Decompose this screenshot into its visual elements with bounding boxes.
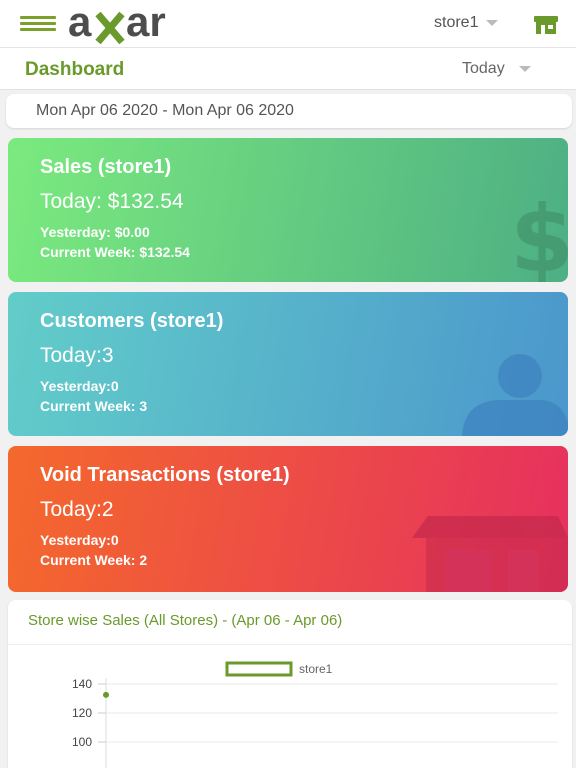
chart-title: Store wise Sales (All Stores) - (Apr 06 … — [28, 612, 343, 629]
void-today: Today:2 — [40, 498, 114, 521]
customers-card-title: Customers (store1) — [40, 310, 224, 332]
axar-logo: a ar — [68, 2, 166, 44]
y-tick-label: 120 — [72, 706, 92, 720]
shop-icon — [412, 516, 568, 592]
chevron-down-icon — [518, 65, 531, 72]
page-title: Dashboard — [25, 59, 125, 80]
dollar-icon: $ — [509, 186, 568, 283]
top-bar: a ar store1 — [0, 0, 576, 48]
sales-line-chart: store1 140 120 100 — [72, 661, 558, 768]
sub-header: Dashboard Today — [0, 48, 576, 90]
legend-swatch[interactable] — [225, 661, 293, 677]
date-range-label: Today — [462, 60, 505, 77]
svg-text:ar: ar — [126, 2, 166, 44]
date-range-text: Mon Apr 06 2020 - Mon Apr 06 2020 — [36, 102, 294, 119]
void-card-title: Void Transactions (store1) — [40, 464, 290, 486]
void-transactions-card[interactable]: Void Transactions (store1) Today:2 Yeste… — [8, 446, 568, 592]
store-dropdown-label: store1 — [434, 14, 479, 31]
customers-current-week: Current Week: 3 — [40, 398, 148, 414]
customers-yesterday: Yesterday:0 — [40, 378, 119, 394]
sales-today: Today: $132.54 — [40, 190, 184, 213]
legend-label[interactable]: store1 — [299, 662, 333, 676]
y-tick-label: 100 — [72, 735, 92, 749]
divider — [8, 644, 572, 645]
person-icon — [462, 354, 568, 436]
store-sales-chart-panel: Store wise Sales (All Stores) - (Apr 06 … — [8, 600, 572, 768]
data-point[interactable] — [103, 691, 109, 698]
y-tick-label: 140 — [72, 677, 92, 691]
sales-card-title: Sales (store1) — [40, 156, 172, 178]
customers-today: Today:3 — [40, 344, 114, 367]
storefront-icon[interactable] — [533, 14, 559, 36]
customers-card[interactable]: Customers (store1) Today:3 Yesterday:0 C… — [8, 292, 568, 436]
void-yesterday: Yesterday:0 — [40, 532, 119, 548]
sales-yesterday: Yesterday: $0.00 — [40, 224, 150, 240]
hamburger-menu-icon[interactable] — [20, 16, 56, 32]
chevron-down-icon — [486, 19, 499, 26]
store-dropdown[interactable]: store1 — [434, 14, 499, 32]
sales-current-week: Current Week: $132.54 — [40, 244, 190, 260]
date-range-dropdown[interactable]: Today — [462, 60, 531, 78]
date-range-bar: Mon Apr 06 2020 - Mon Apr 06 2020 — [6, 94, 572, 128]
svg-text:a: a — [68, 2, 92, 44]
sales-card[interactable]: $ Sales (store1) Today: $132.54 Yesterda… — [8, 138, 568, 282]
void-current-week: Current Week: 2 — [40, 552, 148, 568]
